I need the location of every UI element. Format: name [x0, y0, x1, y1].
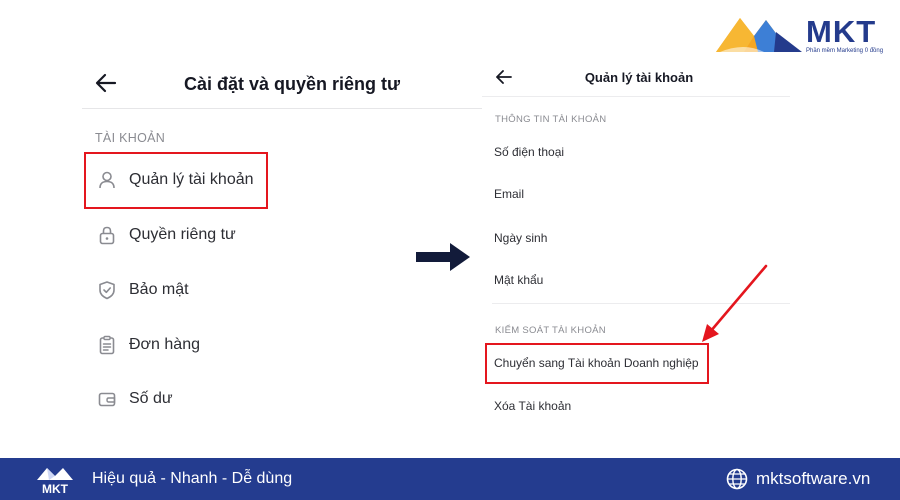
brand-logo: MKT Phần mềm Marketing 0 đồng [714, 12, 886, 58]
header-divider [82, 108, 482, 109]
brand-name: MKT [806, 14, 877, 49]
page-title: Quản lý tài khoản [584, 70, 694, 85]
footer-tagline: Hiệu quả - Nhanh - Dễ dùng [92, 470, 293, 487]
list-item-phone[interactable]: Số điện thoại [494, 145, 564, 159]
menu-item-security[interactable]: Bảo mật [96, 275, 189, 305]
list-item-birthday[interactable]: Ngày sinh [494, 231, 547, 245]
shield-icon [96, 279, 118, 301]
footer-logo-mark: MKT [37, 468, 73, 496]
highlight-box-switch-business [485, 343, 709, 384]
wallet-icon [96, 388, 118, 410]
brand-subtitle: Phần mềm Marketing 0 đồng [806, 48, 884, 54]
menu-item-balance[interactable]: Số dư [96, 384, 173, 414]
highlight-box-manage-account [84, 152, 268, 209]
globe-icon [726, 468, 748, 490]
page-title: Cài đặt và quyền riêng tư [183, 74, 401, 94]
menu-item-label: Đơn hàng [129, 336, 200, 353]
menu-item-label: Số dư [129, 390, 173, 407]
section-label-account: TÀI KHOẢN [95, 131, 166, 145]
footer-logo: MKT [33, 462, 77, 498]
section-label-account-info: THÔNG TIN TÀI KHOẢN [495, 114, 607, 125]
brand-logo-mark [716, 18, 802, 52]
footer-website-link[interactable]: mktsoftware.vn [756, 469, 870, 489]
lock-icon [96, 224, 118, 246]
menu-item-orders[interactable]: Đơn hàng [96, 330, 200, 360]
section-label-account-control: KIỂM SOÁT TÀI KHOẢN [495, 325, 606, 336]
menu-item-label: Bảo mật [129, 281, 189, 298]
arrow-right-icon [416, 243, 470, 271]
red-pointer-arrow-icon [702, 264, 768, 342]
list-item-password[interactable]: Mật khẩu [494, 273, 543, 287]
footer-logo-text: MKT [42, 482, 69, 496]
list-item-delete-account[interactable]: Xóa Tài khoản [494, 399, 571, 413]
list-item-email[interactable]: Email [494, 187, 524, 201]
footer-bar: MKT Hiệu quả - Nhanh - Dễ dùng mktsoftwa… [0, 458, 900, 500]
clipboard-icon [96, 334, 118, 356]
header-divider [482, 96, 790, 97]
menu-item-label: Quyền riêng tư [129, 226, 236, 243]
menu-item-privacy[interactable]: Quyền riêng tư [96, 220, 236, 250]
